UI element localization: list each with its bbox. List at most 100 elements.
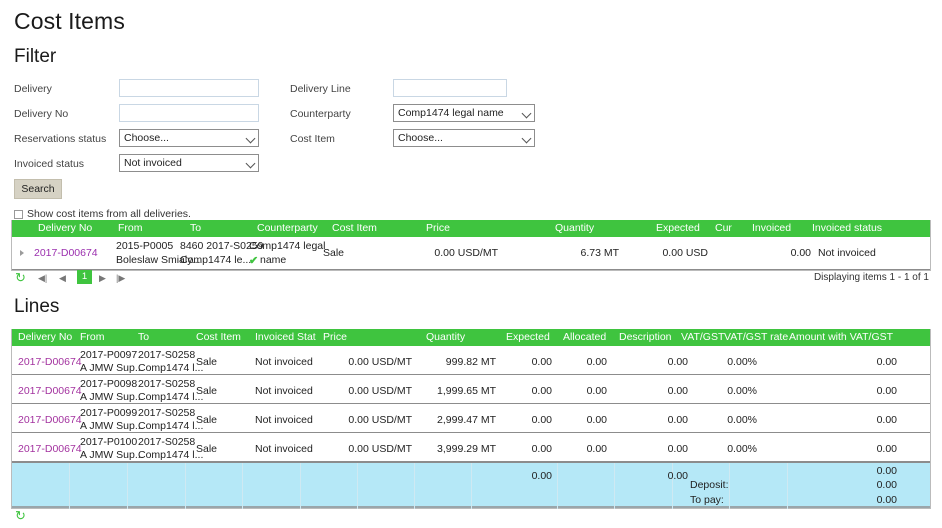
cell-vat-gst-rate: 0.00% (727, 385, 757, 397)
col-vat-gst-rate[interactable]: VAT/GST rate (724, 331, 788, 343)
show-all-deliveries-row[interactable]: Show cost items from all deliveries. (14, 208, 191, 220)
reservations-status-value: Choose... (124, 132, 169, 144)
col-amount-with-vat[interactable]: Amount with VAT/GST (789, 331, 893, 343)
invoiced-status-select[interactable]: Not invoiced (119, 154, 259, 172)
last-page-icon[interactable]: |▶ (116, 273, 125, 284)
cell-invoiced-status: Not invoiced (255, 414, 313, 426)
col-quantity[interactable]: Quantity (426, 331, 465, 343)
col-delivery-no[interactable]: Delivery No (38, 222, 92, 234)
chevron-down-icon (245, 133, 256, 144)
cell-cost-item: Sale (196, 356, 218, 368)
col-invoiced-stat[interactable]: Invoiced Stat (255, 331, 316, 343)
cost-items-page: Cost Items Filter Delivery Delivery No R… (0, 0, 942, 528)
cell-quantity: 3,999.29 MT (437, 443, 496, 455)
col-from[interactable]: From (80, 331, 105, 343)
summary-vat-gst-total: 0.00 (667, 470, 688, 482)
cell-delivery-no[interactable]: 2017-D00674 (18, 443, 82, 455)
refresh-icon[interactable]: ↻ (15, 271, 26, 284)
cell-quantity: 2,999.47 MT (437, 414, 496, 426)
col-to[interactable]: To (190, 222, 201, 234)
col-expected[interactable]: Expected (506, 331, 550, 343)
previous-page-icon[interactable]: ◀ (59, 273, 66, 284)
cell-allocated: 0.00 (586, 356, 607, 368)
table-row[interactable]: 2017-P0098 A JMW Sup... 2017-S0258 Comp1474… (12, 375, 930, 404)
col-cur[interactable]: Cur (715, 222, 732, 234)
counterparty-select[interactable]: Comp1474 legal name (393, 104, 535, 122)
cell-expected: 0.00 (531, 443, 552, 455)
search-button[interactable]: Search (14, 179, 62, 199)
col-cost-item[interactable]: Cost Item (332, 222, 377, 234)
cell-from-line1: 2017-P0097 (80, 349, 138, 361)
col-allocated[interactable]: Allocated (563, 331, 606, 343)
table-row[interactable]: 2017-P0100 A JMW Sup... 2017-S0258 Comp1474… (12, 433, 930, 462)
cell-expected: 0.00 (531, 356, 552, 368)
cell-delivery-no[interactable]: 2017-D00674 (18, 414, 82, 426)
cell-invoiced-status: Not invoiced (818, 247, 876, 259)
cell-vat-gst: 0.00 (667, 443, 688, 455)
page-number-current[interactable]: 1 (77, 270, 92, 284)
cell-price: 0.00 USD/MT (348, 385, 412, 397)
col-invoiced-status[interactable]: Invoiced status (812, 222, 882, 234)
next-page-icon[interactable]: ▶ (99, 273, 106, 284)
cell-to-line2: Comp1474 l... (138, 391, 204, 403)
cell-amount-with-vat: 0.00 (876, 414, 897, 426)
cell-allocated: 0.00 (586, 385, 607, 397)
cell-price: 0.00 USD/MT (434, 247, 498, 259)
col-delivery-no[interactable]: Delivery No (18, 331, 72, 343)
cost-items-grid: Delivery No From To Counterparty Cost It… (11, 220, 931, 271)
expand-row-icon[interactable] (20, 250, 24, 256)
cell-price: 0.00 USD/MT (348, 414, 412, 426)
col-vat-gst[interactable]: VAT/GST (681, 331, 724, 343)
delivery-line-input[interactable] (393, 79, 507, 97)
cell-quantity: 1,999.65 MT (437, 385, 496, 397)
cell-quantity: 999.82 MT (445, 356, 496, 368)
col-invoiced[interactable]: Invoiced (752, 222, 791, 234)
summary-deposit-label: Deposit: (690, 479, 729, 491)
cell-amount-with-vat: 0.00 (876, 356, 897, 368)
first-page-icon[interactable]: ◀| (38, 273, 47, 284)
col-from[interactable]: From (118, 222, 143, 234)
cost-item-select[interactable]: Choose... (393, 129, 535, 147)
delivery-input[interactable] (119, 79, 259, 97)
cell-delivery-no[interactable]: 2017-D00674 (18, 385, 82, 397)
table-row[interactable]: 2017-P0099 A JMW Sup... 2017-S0258 Comp1474… (12, 404, 930, 433)
cell-quantity: 6.73 MT (580, 247, 619, 259)
cell-to-line2: Comp1474 le... (180, 254, 252, 266)
col-expected[interactable]: Expected (656, 222, 700, 234)
cell-counterparty-line1: Comp1474 legal (249, 240, 326, 252)
cell-allocated: 0.00 (586, 414, 607, 426)
cell-vat-gst: 0.00 (667, 356, 688, 368)
table-row[interactable]: 2017-D00674 2015-P0005 Boleslaw Smialy..… (12, 237, 930, 270)
cell-price: 0.00 USD/MT (348, 443, 412, 455)
cell-expected: 0.00 (531, 385, 552, 397)
show-all-deliveries-checkbox[interactable] (14, 209, 23, 219)
cell-allocated: 0.00 (586, 443, 607, 455)
cell-delivery-no[interactable]: 2017-D00674 (18, 356, 82, 368)
displaying-items-text: Displaying items 1 - 1 of 1 (813, 272, 929, 283)
cell-from-line1: 2017-P0099 (80, 407, 138, 419)
delivery-no-input[interactable] (119, 104, 259, 122)
col-price[interactable]: Price (426, 222, 450, 234)
cell-vat-gst: 0.00 (667, 414, 688, 426)
cell-to-line1: 2017-S0258 (138, 349, 196, 361)
refresh-icon[interactable]: ↻ (15, 508, 26, 524)
col-quantity[interactable]: Quantity (555, 222, 594, 234)
cost-item-value: Choose... (398, 132, 443, 144)
summary-to-pay-value: 0.00 (876, 494, 897, 506)
col-cost-item[interactable]: Cost Item (196, 331, 241, 343)
col-price[interactable]: Price (323, 331, 347, 343)
col-to[interactable]: To (138, 331, 149, 343)
summary-expected-total: 0.00 (531, 470, 552, 482)
chevron-down-icon (245, 158, 256, 169)
chevron-down-icon (521, 108, 532, 119)
table-row[interactable]: 2017-P0097 A JMW Sup... 2017-S0258 Comp1474… (12, 346, 930, 375)
cell-delivery-no[interactable]: 2017-D00674 (34, 247, 98, 259)
summary-amount-total: 0.00 (876, 465, 897, 477)
col-counterparty[interactable]: Counterparty (257, 222, 318, 234)
cell-from-line2: A JMW Sup... (80, 420, 144, 432)
col-description[interactable]: Description (619, 331, 672, 343)
cell-from-line1: 2015-P0005 (116, 240, 174, 252)
filter-heading: Filter (14, 46, 57, 67)
reservations-status-select[interactable]: Choose... (119, 129, 259, 147)
lines-summary-row: 0.00 0.00 Deposit: To pay: 0.00 0.00 0.0… (12, 462, 930, 509)
